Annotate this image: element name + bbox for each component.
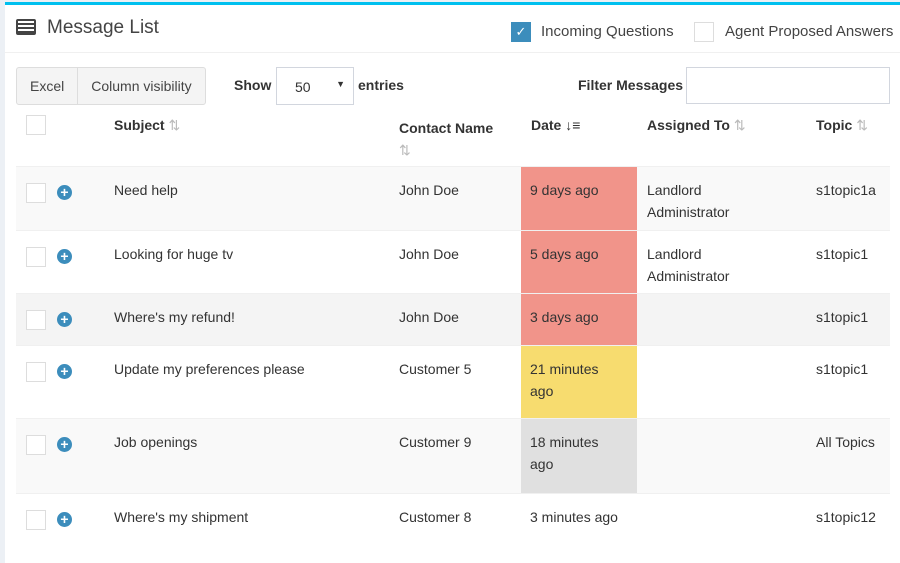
column-topic[interactable]: Topic ⇅	[816, 117, 868, 134]
page-title: Message List	[47, 17, 159, 38]
filter-messages-input[interactable]	[686, 67, 890, 104]
table-row[interactable]: + Need help John Doe 9 days ago Landlord…	[16, 166, 890, 230]
row-checkbox[interactable]	[26, 310, 46, 330]
date-cell: 3 days ago	[521, 294, 637, 345]
entries-select[interactable]: 50 ▼	[276, 67, 354, 105]
entries-label: entries	[358, 77, 404, 93]
subject-cell[interactable]: Where's my refund!	[114, 306, 235, 328]
subject-cell[interactable]: Job openings	[114, 431, 197, 453]
sort-icon: ⇅	[856, 117, 868, 133]
topic-cell: s1topic1	[816, 309, 869, 325]
assigned-cell: Landlord Administrator	[647, 246, 730, 284]
table-row[interactable]: + Update my preferences please Customer …	[16, 345, 890, 418]
table-row[interactable]: + Job openings Customer 9 18 minutes ago…	[16, 418, 890, 493]
topic-cell: s1topic12	[816, 509, 876, 525]
expand-plus-icon[interactable]: +	[57, 512, 72, 527]
caret-down-icon: ▼	[336, 79, 345, 89]
row-checkbox[interactable]	[26, 362, 46, 382]
table-row[interactable]: + Where's my shipment Customer 8 3 minut…	[16, 493, 890, 553]
date-cell: 18 minutes ago	[521, 419, 637, 493]
expand-plus-icon[interactable]: +	[57, 364, 72, 379]
message-list-box: Message List ✓ Incoming Questions Agent …	[5, 2, 900, 563]
contact-cell: John Doe	[399, 246, 459, 262]
list-alt-icon	[16, 19, 36, 35]
contact-cell: Customer 8	[399, 509, 472, 525]
row-checkbox[interactable]	[26, 247, 46, 267]
contact-cell: Customer 9	[399, 434, 472, 450]
sort-desc-icon: ↓≡	[565, 117, 581, 133]
filter-label: Filter Messages	[578, 77, 684, 93]
box-header: Message List ✓ Incoming Questions Agent …	[5, 5, 900, 53]
topic-cell: s1topic1	[816, 361, 869, 377]
topic-cell: s1topic1	[816, 246, 869, 262]
show-label: Show	[234, 77, 272, 93]
agent-proposed-answers-checkbox[interactable]	[694, 22, 714, 42]
subject-cell[interactable]: Need help	[114, 179, 178, 201]
select-all-checkbox[interactable]	[26, 115, 46, 135]
export-buttons: Excel Column visibility	[16, 67, 206, 105]
contact-cell: John Doe	[399, 182, 459, 198]
assigned-cell: Landlord Administrator	[647, 182, 730, 220]
expand-plus-icon[interactable]: +	[57, 185, 72, 200]
row-checkbox[interactable]	[26, 510, 46, 530]
column-visibility-button[interactable]: Column visibility	[77, 68, 204, 104]
expand-plus-icon[interactable]: +	[57, 249, 72, 264]
date-cell: 3 minutes ago	[530, 509, 618, 525]
date-cell: 5 days ago	[521, 231, 637, 293]
sort-icon: ⇅	[168, 117, 181, 133]
expand-plus-icon[interactable]: +	[57, 437, 72, 452]
topic-cell: All Topics	[816, 434, 875, 450]
column-subject[interactable]: Subject ⇅	[114, 117, 180, 134]
subject-cell[interactable]: Looking for huge tv	[114, 243, 233, 265]
sort-icon: ⇅	[399, 142, 411, 158]
incoming-questions-checkbox[interactable]: ✓	[511, 22, 531, 42]
date-cell: 21 minutes ago	[521, 346, 637, 418]
row-checkbox[interactable]	[26, 183, 46, 203]
contact-cell: John Doe	[399, 309, 459, 325]
column-date[interactable]: Date ↓≡	[531, 117, 580, 133]
row-checkbox[interactable]	[26, 435, 46, 455]
excel-button[interactable]: Excel	[17, 68, 77, 104]
incoming-questions-label[interactable]: Incoming Questions	[541, 23, 674, 40]
subject-cell[interactable]: Update my preferences please	[114, 358, 305, 380]
sort-icon: ⇅	[733, 117, 746, 133]
table-row[interactable]: + Where's my refund! John Doe 3 days ago…	[16, 293, 890, 345]
table-row[interactable]: + Looking for huge tv John Doe 5 days ag…	[16, 230, 890, 293]
column-assigned[interactable]: Assigned To ⇅	[647, 117, 746, 134]
entries-value: 50	[295, 79, 311, 95]
contact-cell: Customer 5	[399, 361, 472, 377]
column-contact[interactable]: Contact Name ⇅	[399, 117, 509, 161]
date-cell: 9 days ago	[521, 167, 637, 230]
topic-cell: s1topic1a	[816, 182, 876, 198]
subject-cell[interactable]: Where's my shipment	[114, 506, 248, 528]
expand-plus-icon[interactable]: +	[57, 312, 72, 327]
agent-proposed-answers-label[interactable]: Agent Proposed Answers	[725, 23, 893, 40]
